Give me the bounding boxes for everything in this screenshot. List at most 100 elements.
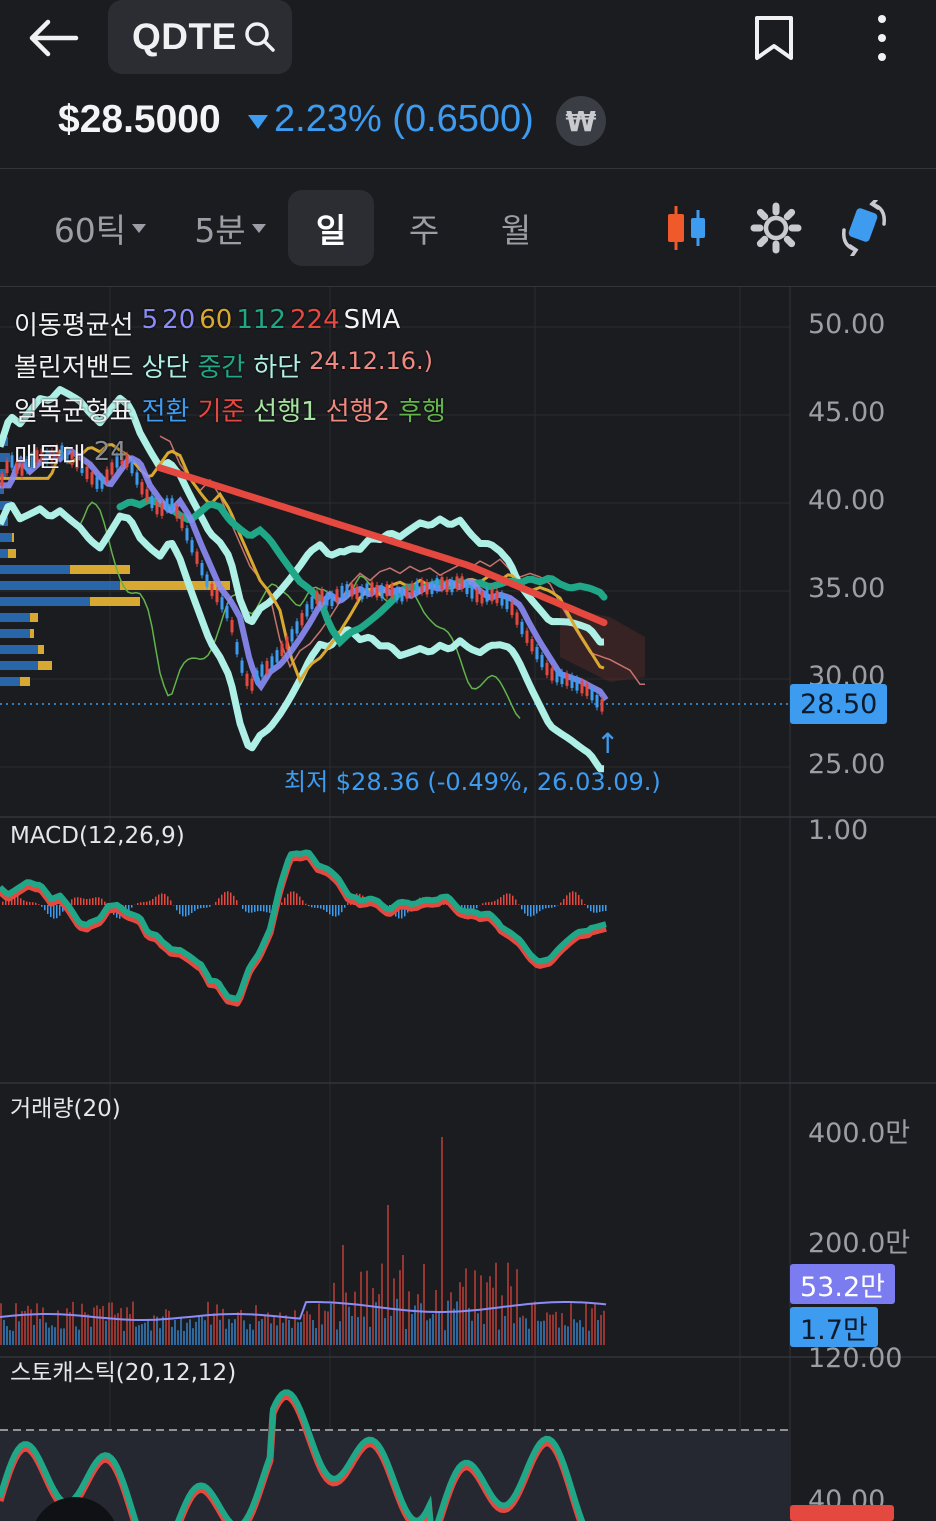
ticker-search-button[interactable]: QDTE	[108, 0, 292, 74]
macd-histogram-bar	[176, 905, 178, 911]
chart-area[interactable]: 이동평균선 5 20 60 112 224 SMA 볼린저밴드 상단 중간 하단…	[0, 287, 936, 1521]
down-triangle-icon	[248, 114, 268, 129]
candle-body	[450, 579, 454, 593]
macd-histogram-bar	[287, 893, 289, 905]
price-change-text: 2.23% (0.6500)	[274, 98, 534, 140]
volume-profile-legend[interactable]: 매물대 24	[14, 437, 127, 474]
tab-month[interactable]: 월	[476, 190, 556, 266]
ma112-label: 112	[236, 305, 286, 335]
macd-histogram-bar	[500, 897, 502, 905]
macd-histogram-bar	[296, 893, 298, 905]
more-options-icon[interactable]	[860, 12, 904, 64]
candle-body	[275, 650, 279, 663]
ma-legend[interactable]: 이동평균선 5 20 60 112 224 SMA	[14, 305, 400, 342]
macd-histogram-bar	[218, 898, 220, 905]
macd-histogram-bar	[158, 894, 160, 905]
macd-histogram-bar	[539, 905, 541, 912]
macd-histogram-bar	[566, 895, 568, 905]
bollinger-legend[interactable]: 볼린저밴드 상단 중간 하단 24.12.16.)	[14, 347, 433, 384]
bookmark-icon[interactable]	[750, 12, 800, 64]
macd-histogram-bar	[581, 899, 583, 905]
macd-histogram-bar	[332, 905, 334, 917]
stochastic-title[interactable]: 스토캐스틱(20,12,12)	[10, 1353, 236, 1387]
candle-body	[260, 664, 264, 677]
volume-axis-label: 200.0만	[808, 1228, 911, 1259]
back-arrow-icon[interactable]	[22, 12, 86, 64]
macd-histogram-bar	[596, 905, 598, 913]
candle-body	[235, 642, 239, 655]
macd-histogram-bar	[491, 901, 493, 905]
macd-histogram-bar	[197, 905, 199, 910]
candle-body	[210, 583, 214, 597]
candle-body	[475, 589, 479, 603]
macd-histogram-bar	[542, 905, 544, 910]
macd-histogram-bar	[509, 893, 511, 905]
macd-histogram-bar	[35, 902, 37, 905]
macd-histogram-bar	[338, 905, 340, 916]
candle-body	[280, 643, 284, 656]
volume-profile-bar	[30, 629, 34, 638]
candle-body	[505, 596, 509, 610]
candle-body	[535, 646, 539, 660]
macd-histogram-bar	[59, 905, 61, 916]
candle-body	[410, 583, 414, 597]
price-axis-label: 40.00	[808, 485, 886, 516]
macd-histogram-bar	[38, 904, 40, 905]
candle-body	[170, 498, 174, 511]
search-icon	[245, 22, 275, 52]
macd-histogram-bar	[533, 905, 535, 916]
macd-histogram-bar	[302, 900, 304, 905]
macd-histogram-bar	[32, 902, 34, 905]
rotate-screen-icon[interactable]	[836, 198, 892, 258]
macd-histogram-bar	[227, 891, 229, 905]
tab-week[interactable]: 주	[384, 190, 464, 266]
macd-histogram-bar	[314, 905, 316, 908]
macd-histogram-bar	[326, 905, 328, 912]
candle-body	[90, 472, 94, 485]
macd-histogram-bar	[284, 897, 286, 905]
macd-histogram-bar	[248, 905, 250, 913]
gear-icon[interactable]	[748, 200, 804, 256]
macd-histogram-bar	[191, 905, 193, 914]
candle-body	[5, 460, 9, 474]
candle-body	[150, 495, 154, 509]
macd-histogram-bar	[146, 901, 148, 905]
macd-histogram-bar	[167, 896, 169, 905]
candle-body	[305, 604, 309, 617]
macd-title[interactable]: MACD(12,26,9)	[10, 823, 185, 849]
candle-body	[415, 581, 419, 594]
candle-body	[570, 675, 574, 688]
candlestick-icon[interactable]	[660, 200, 716, 256]
candle-body	[220, 597, 224, 610]
candle-body	[205, 574, 209, 587]
macd-histogram-bar	[560, 902, 562, 905]
tab-60tick[interactable]: 60틱	[40, 190, 160, 266]
macd-histogram-bar	[602, 905, 604, 912]
price-change: 2.23% (0.6500)	[248, 98, 534, 141]
candle-body	[490, 589, 494, 602]
candle-body	[435, 578, 439, 591]
tab-5min[interactable]: 5분	[180, 190, 280, 266]
macd-histogram-bar	[164, 893, 166, 905]
macd-histogram-bar	[311, 905, 313, 908]
candle-body	[515, 612, 519, 625]
candle-body	[225, 605, 229, 619]
ichimoku-legend[interactable]: 일목균형표 전환 기준 선행1 선행2 후행	[14, 391, 446, 428]
tab-day[interactable]: 일	[288, 190, 374, 266]
ma5-label: 5	[141, 305, 159, 335]
candle-body	[310, 596, 314, 610]
macd-histogram-bar	[563, 898, 565, 905]
macd-histogram-bar	[155, 896, 157, 905]
candle-body	[520, 621, 524, 635]
candle-body	[430, 581, 434, 594]
macd-histogram-bar	[26, 901, 28, 905]
top-bar: QDTE	[0, 0, 936, 80]
price-axis-label: 50.00	[808, 309, 886, 340]
tab-label: 60틱	[53, 211, 127, 250]
currency-toggle-button[interactable]: ₩	[556, 96, 606, 146]
macd-histogram-bar	[20, 898, 22, 905]
volume-profile-bar	[0, 533, 14, 542]
volume-title[interactable]: 거래량(20)	[10, 1089, 121, 1123]
macd-histogram-bar	[536, 905, 538, 914]
bollinger-lower-label: 하단	[253, 353, 302, 383]
